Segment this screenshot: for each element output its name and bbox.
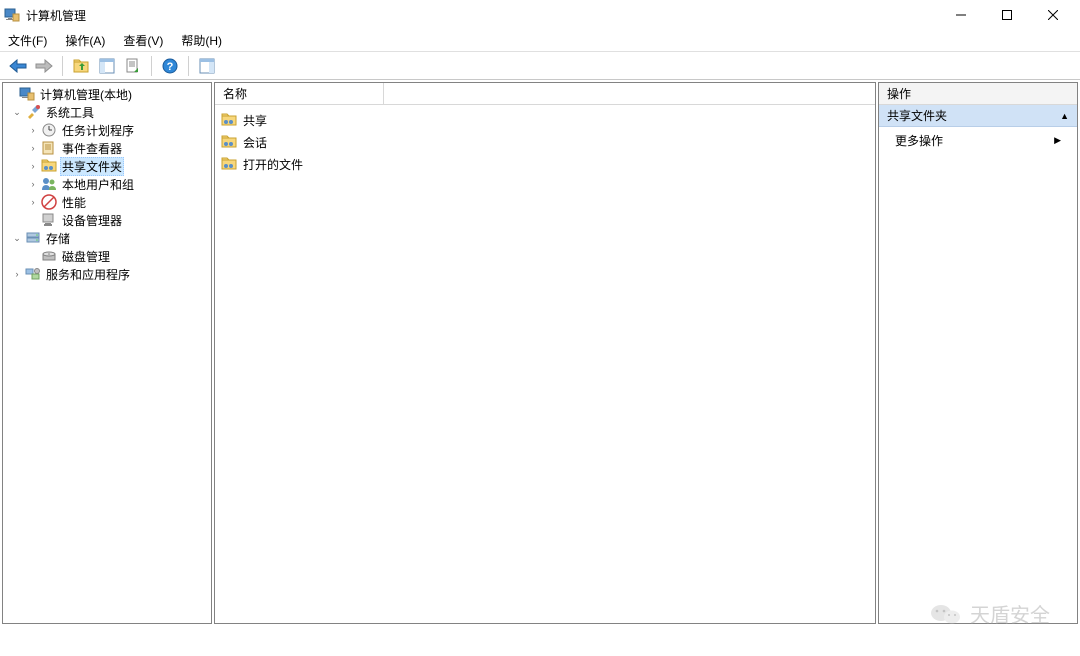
blank-expander	[27, 250, 39, 262]
workspace: 计算机管理(本地) ⌄ 系统工具 › 任务计划程序 › 事件查看器 › 共享文件…	[0, 80, 1080, 626]
list-item-label: 共享	[243, 112, 267, 129]
tree-performance[interactable]: › 性能	[3, 193, 211, 211]
up-folder-button[interactable]	[69, 54, 93, 78]
shared-folder-icon	[221, 156, 237, 172]
tree-label: 服务和应用程序	[46, 268, 130, 282]
list-item-open-files[interactable]: 打开的文件	[221, 153, 869, 175]
tree-device-manager[interactable]: 设备管理器	[3, 211, 211, 229]
tree: 计算机管理(本地) ⌄ 系统工具 › 任务计划程序 › 事件查看器 › 共享文件…	[3, 83, 211, 285]
expand-toggle-icon[interactable]: ›	[27, 142, 39, 154]
expand-toggle-icon[interactable]: ›	[27, 196, 39, 208]
menu-action[interactable]: 操作(A)	[63, 30, 107, 51]
tools-icon	[25, 104, 41, 120]
svg-text:?: ?	[167, 61, 174, 73]
tree-event-viewer[interactable]: › 事件查看器	[3, 139, 211, 157]
menu-bar: 文件(F) 操作(A) 查看(V) 帮助(H)	[0, 30, 1080, 52]
tree-label: 任务计划程序	[62, 124, 134, 138]
device-icon	[41, 212, 57, 228]
watermark-text: 天盾安全	[970, 599, 1050, 628]
list-item-sessions[interactable]: 会话	[221, 131, 869, 153]
shared-folder-icon	[41, 158, 57, 174]
tree-services-apps[interactable]: › 服务和应用程序	[3, 265, 211, 283]
tree-shared-folders[interactable]: › 共享文件夹	[3, 157, 211, 175]
tree-root[interactable]: 计算机管理(本地)	[3, 85, 211, 103]
users-icon	[41, 176, 57, 192]
tree-label: 性能	[62, 196, 86, 210]
tree-label: 设备管理器	[62, 214, 122, 228]
back-button[interactable]	[6, 54, 30, 78]
show-hide-tree-button[interactable]	[95, 54, 119, 78]
action-item-label: 更多操作	[895, 132, 943, 149]
forward-button[interactable]	[32, 54, 56, 78]
tree-label: 存储	[46, 232, 70, 246]
clock-icon	[41, 122, 57, 138]
list-item-shares[interactable]: 共享	[221, 109, 869, 131]
collapse-arrow-icon: ▲	[1060, 111, 1069, 121]
actions-title: 操作	[887, 85, 911, 102]
help-button[interactable]: ?	[158, 54, 182, 78]
expand-toggle-icon[interactable]: ›	[27, 124, 39, 136]
tree-panel: 计算机管理(本地) ⌄ 系统工具 › 任务计划程序 › 事件查看器 › 共享文件…	[2, 82, 212, 624]
title-bar: 计算机管理	[0, 0, 1080, 30]
expand-toggle-icon[interactable]: ›	[11, 268, 23, 280]
action-group-title: 共享文件夹	[887, 107, 947, 124]
tree-system-tools[interactable]: ⌄ 系统工具	[3, 103, 211, 121]
column-name[interactable]: 名称	[223, 85, 247, 102]
actions-header: 操作	[879, 83, 1077, 105]
list-body: 共享 会话 打开的文件	[215, 105, 875, 179]
tree-storage[interactable]: ⌄ 存储	[3, 229, 211, 247]
action-group[interactable]: 共享文件夹 ▲	[879, 105, 1077, 127]
menu-view[interactable]: 查看(V)	[121, 30, 165, 51]
expand-toggle-icon[interactable]: ⌄	[11, 106, 23, 118]
actions-panel: 操作 共享文件夹 ▲ 更多操作 ▶	[878, 82, 1078, 624]
shared-folder-icon	[221, 112, 237, 128]
event-icon	[41, 140, 57, 156]
tree-local-users[interactable]: › 本地用户和组	[3, 175, 211, 193]
minimize-button[interactable]	[938, 0, 984, 30]
window-title: 计算机管理	[26, 7, 86, 24]
disk-icon	[41, 248, 57, 264]
blank-expander	[27, 214, 39, 226]
submenu-arrow-icon: ▶	[1054, 135, 1061, 146]
watermark: 天盾安全	[930, 599, 1050, 628]
export-list-button[interactable]	[121, 54, 145, 78]
close-button[interactable]	[1030, 0, 1076, 30]
maximize-button[interactable]	[984, 0, 1030, 30]
tree-label: 事件查看器	[62, 142, 122, 156]
show-action-pane-button[interactable]	[195, 54, 219, 78]
expand-toggle-icon[interactable]: ›	[27, 160, 39, 172]
list-item-label: 会话	[243, 134, 267, 151]
tree-label: 系统工具	[46, 106, 94, 120]
storage-icon	[25, 230, 41, 246]
tree-label: 计算机管理(本地)	[40, 88, 132, 102]
list-panel: 名称 共享 会话 打开的文件	[214, 82, 876, 624]
computer-icon	[19, 86, 35, 102]
blank-expander	[5, 88, 17, 100]
tree-label: 本地用户和组	[62, 178, 134, 192]
tree-disk-management[interactable]: 磁盘管理	[3, 247, 211, 265]
tree-task-scheduler[interactable]: › 任务计划程序	[3, 121, 211, 139]
menu-help[interactable]: 帮助(H)	[179, 30, 224, 51]
tree-label: 磁盘管理	[62, 250, 110, 264]
column-divider[interactable]	[383, 83, 384, 105]
tree-label: 共享文件夹	[62, 160, 122, 174]
menu-file[interactable]: 文件(F)	[6, 30, 49, 51]
toolbar: ?	[0, 52, 1080, 80]
services-icon	[25, 266, 41, 282]
action-more[interactable]: 更多操作 ▶	[879, 127, 1077, 153]
app-icon	[4, 7, 20, 23]
shared-folder-icon	[221, 134, 237, 150]
performance-icon	[41, 194, 57, 210]
list-header: 名称	[215, 83, 875, 105]
wechat-icon	[930, 602, 962, 626]
toolbar-separator	[62, 56, 63, 76]
window-controls	[938, 0, 1076, 30]
expand-toggle-icon[interactable]: ⌄	[11, 232, 23, 244]
toolbar-separator	[151, 56, 152, 76]
expand-toggle-icon[interactable]: ›	[27, 178, 39, 190]
toolbar-separator	[188, 56, 189, 76]
list-item-label: 打开的文件	[243, 156, 303, 173]
